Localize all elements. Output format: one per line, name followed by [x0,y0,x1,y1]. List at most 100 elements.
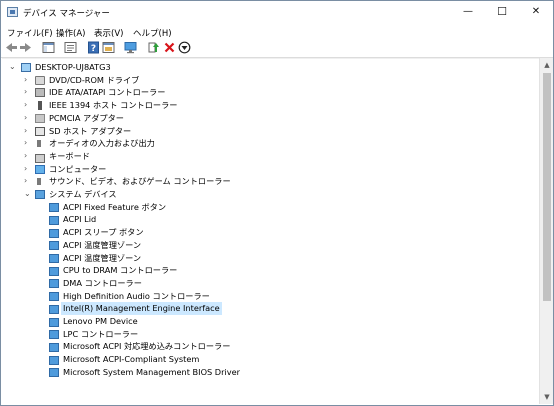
close-button[interactable]: ✕ [519,1,553,23]
system-device-icon [49,342,59,352]
update-driver-icon[interactable] [147,41,160,54]
vertical-scrollbar[interactable]: ▲ ▼ [539,58,553,404]
device-label: ACPI 温度管理ゾーン [63,252,142,263]
uninstall-icon[interactable] [163,41,176,54]
computer-icon [21,63,31,72]
device-tree[interactable]: ⌄ DESKTOP-UJ8ATG3 › DVD/CD-ROM ドライブ › IDE ATA… [2,58,539,405]
system-device-icon [49,241,59,251]
scroll-up-icon[interactable]: ▲ [540,58,553,72]
category-label: コンピューター [49,163,107,174]
system-device-item[interactable]: CPU to DRAM コントローラー [2,264,532,277]
device-label: ACPI 温度管理ゾーン [63,239,142,250]
menu-action[interactable]: 操作(A) [56,27,85,39]
system-device-item[interactable]: ACPI Fixed Feature ボタン [2,201,532,214]
sd-icon [35,126,45,136]
audio-io-icon [35,139,45,148]
tree-category[interactable]: › SD ホスト アダプター [2,125,532,138]
expand-icon[interactable]: › [24,86,27,99]
menu-view[interactable]: 表示(V) [94,27,123,39]
dvd-icon [35,75,45,85]
window-title: デバイス マネージャー [23,9,110,19]
tree-category[interactable]: › IEEE 1394 ホスト コントローラー [2,99,532,112]
expand-icon[interactable]: › [24,99,27,112]
system-device-icon [49,266,59,276]
system-device-icon [49,203,59,213]
expand-icon[interactable]: › [24,175,27,188]
tree-category[interactable]: › IDE ATA/ATAPI コントローラー [2,86,532,99]
tree-root[interactable]: ⌄ DESKTOP-UJ8ATG3 [2,61,532,74]
category-label: システム デバイス [49,189,117,199]
device-label: DMA コントローラー [63,277,142,288]
tree-category[interactable]: › PCMCIA アダプター [2,112,532,125]
device-label: Microsoft ACPI 対応埋め込みコントローラー [63,341,231,352]
system-device-item[interactable]: ACPI スリープ ボタン [2,226,532,239]
system-device-item[interactable]: Intel(R) Management Engine Interface [2,302,532,315]
expand-icon[interactable]: › [24,137,27,150]
expand-icon[interactable]: › [24,163,27,176]
category-label: SD ホスト アダプター [49,125,132,136]
maximize-button[interactable]: ☐ [485,1,519,23]
system-device-icon [49,279,59,289]
menu-file[interactable]: ファイル(F) [7,27,53,39]
scroll-down-icon[interactable]: ▼ [540,390,553,404]
system-device-icon [49,317,59,327]
menu-help[interactable]: ヘルプ(H) [133,27,172,39]
device-label: Microsoft ACPI-Compliant System [63,354,200,365]
tree-category[interactable]: › コンピューター [2,163,532,176]
system-device-icon [49,355,59,365]
device-label: ACPI Lid [63,214,97,225]
system-devices-icon [35,190,45,199]
tree-category[interactable]: › DVD/CD-ROM ドライブ [2,74,532,87]
system-device-icon [49,254,59,263]
title-bar: デバイス マネージャー — ☐ ✕ [1,1,553,25]
system-device-item[interactable]: DMA コントローラー [2,277,532,290]
system-device-item[interactable]: Lenovo PM Device [2,315,532,328]
scroll-thumb[interactable] [543,73,551,301]
tree-category[interactable]: › サウンド、ビデオ、およびゲーム コントローラー [2,175,532,188]
category-label: キーボード [49,150,90,161]
device-manager-window: デバイス マネージャー — ☐ ✕ ファイル(F) 操作(A) 表示(V) ヘル… [0,0,554,406]
forward-icon[interactable] [19,41,32,54]
expand-icon[interactable]: › [24,112,27,125]
computer-icon [35,164,45,174]
system-device-item[interactable]: ACPI 温度管理ゾーン [2,239,532,252]
device-label: Intel(R) Management Engine Interface [61,302,222,315]
show-hide-console-tree-icon[interactable] [42,41,55,54]
ide-icon [35,88,45,98]
view-icon[interactable] [102,41,115,54]
system-device-icon [49,292,59,302]
tree-category[interactable]: › オーディオの入力および出力 [2,137,532,150]
tree-root-label: DESKTOP-UJ8ATG3 [35,62,111,72]
device-label: CPU to DRAM コントローラー [63,265,178,276]
back-icon[interactable] [5,41,18,54]
system-device-icon [49,304,59,314]
help-icon[interactable]: ? [87,41,100,54]
system-device-item[interactable]: High Definition Audio コントローラー [2,290,532,303]
collapse-root-icon[interactable]: ⌄ [9,61,16,74]
expand-icon[interactable]: › [24,150,27,163]
scan-hardware-icon[interactable] [124,41,137,54]
category-label: PCMCIA アダプター [49,112,124,123]
collapse-icon[interactable]: ⌄ [24,188,31,201]
pcmcia-icon [35,113,45,123]
svg-text:?: ? [91,44,96,54]
device-label: LPC コントローラー [63,328,139,339]
expand-icon[interactable]: › [24,125,27,138]
device-label: ACPI Fixed Feature ボタン [63,201,167,212]
disable-icon[interactable] [178,41,191,54]
system-device-icon [49,368,59,378]
tree-category[interactable]: ⌄ システム デバイス [2,188,532,201]
minimize-button[interactable]: — [451,1,485,23]
expand-icon[interactable]: › [24,74,27,87]
system-device-item[interactable]: ACPI Lid [2,213,532,226]
toolbar: ? [1,40,553,58]
device-label: ACPI スリープ ボタン [63,227,144,238]
system-device-item[interactable]: Microsoft ACPI-Compliant System [2,353,532,366]
system-device-item[interactable]: LPC コントローラー [2,328,532,341]
tree-category[interactable]: › キーボード [2,150,532,163]
properties-icon[interactable] [64,41,77,54]
ieee1394-icon [35,101,45,111]
system-device-item[interactable]: ACPI 温度管理ゾーン [2,252,532,265]
system-device-item[interactable]: Microsoft ACPI 対応埋め込みコントローラー [2,340,532,353]
system-device-item[interactable]: Microsoft System Management BIOS Driver [2,366,532,379]
